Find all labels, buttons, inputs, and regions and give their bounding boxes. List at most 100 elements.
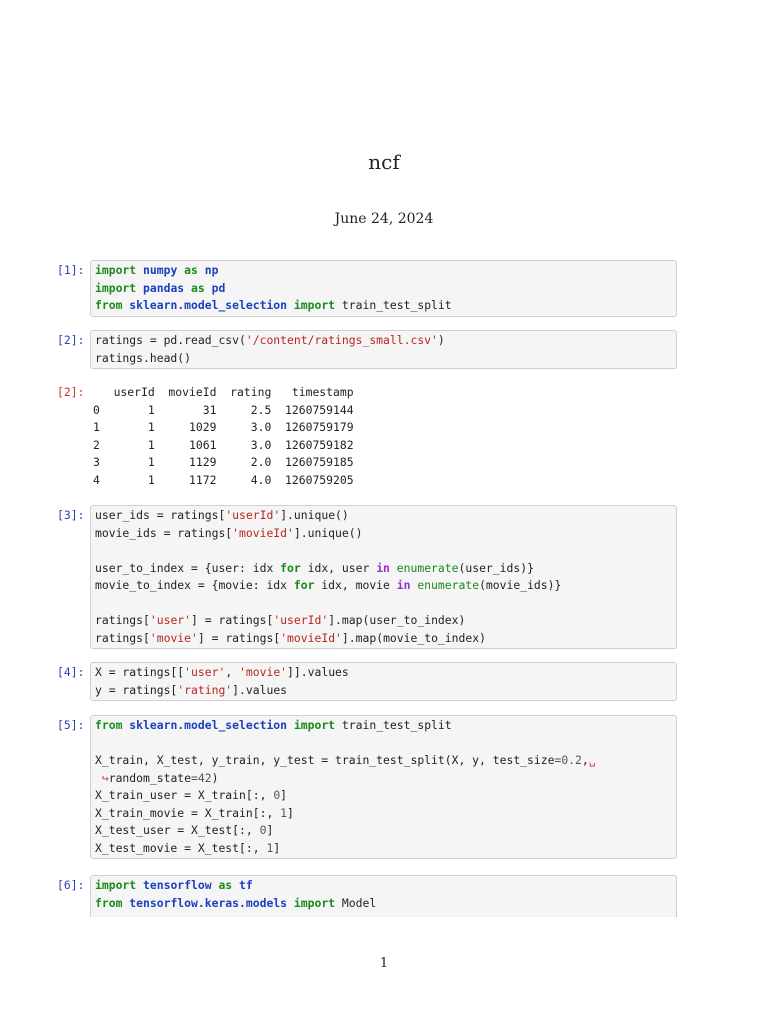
code-cell-5[interactable]: from sklearn.model_selection import trai…: [90, 715, 677, 859]
code-token: movie_to_index = {movie: idx: [95, 578, 294, 592]
code-token: idx, movie: [314, 578, 397, 592]
code-token: ].unique(): [293, 525, 363, 540]
code-token: ].map(user_to_index): [328, 613, 466, 627]
code-token: train_test_split: [335, 298, 452, 312]
code-token: from: [95, 895, 123, 910]
code-line: ratings['user'] = ratings['userId'].map(…: [95, 612, 672, 630]
code-line: ratings = pd.read_csv('/content/ratings_…: [95, 332, 672, 350]
code-token: '/content/ratings_small.csv': [245, 333, 438, 347]
code-token: import: [95, 280, 137, 295]
code-line: ↪random_state=42): [95, 770, 672, 788]
code-cell-6[interactable]: import tensorflow as tf from tensorflow.k…: [90, 875, 677, 917]
code-line: movie_ids = ratings['movieId'].unique(): [95, 525, 672, 543]
code-cell-2[interactable]: ratings = pd.read_csv('/content/ratings_…: [90, 330, 677, 369]
code-token: 'userId': [225, 508, 281, 522]
code-token: ratings[: [95, 613, 150, 627]
code-token: numpy: [143, 263, 178, 277]
code-token: ].unique(): [280, 508, 349, 522]
code-token: ratings.head(): [95, 350, 192, 365]
code-token: 'user': [149, 613, 192, 627]
code-line: user_to_index = {user: idx for idx, user…: [95, 560, 672, 578]
code-token: from: [95, 298, 123, 312]
code-token: ]: [266, 823, 274, 837]
code-token: as: [218, 878, 233, 892]
code-token: =: [191, 770, 198, 785]
code-token: ratings = pd.read_csv(: [95, 333, 246, 347]
code-token: pd: [211, 280, 226, 295]
code-token: Model: [335, 895, 377, 910]
code-token: ,: [225, 665, 240, 679]
cell-4-prompt: [4]:: [57, 665, 85, 679]
code-token: 'movie': [149, 630, 198, 645]
code-cell-4[interactable]: X = ratings[['user', 'movie']].values y =…: [90, 662, 677, 701]
code-token: tensorflow.keras.models: [129, 895, 288, 910]
code-token: X_test_user = X_test[:,: [95, 823, 260, 837]
document-title: ncf: [368, 150, 400, 174]
code-token: 'rating': [177, 682, 233, 697]
code-token: ].map(movie_to_index): [341, 630, 486, 645]
code-token: ]].values: [287, 665, 349, 679]
code-line: user_ids = ratings['userId'].unique(): [95, 507, 672, 525]
dataframe-output: userId movieId rating timestamp 0 1 31 2…: [93, 384, 354, 489]
code-token: ↪: [101, 770, 109, 785]
code-token: import: [293, 718, 336, 732]
code-token: np: [204, 263, 219, 277]
code-token: for: [280, 560, 301, 575]
code-line: X_train, X_test, y_train, y_test = train…: [95, 752, 672, 770]
code-token: 0.2: [561, 753, 582, 767]
output-2-prompt: [2]:: [57, 385, 85, 399]
code-token: X_test_movie = X_test[:,: [95, 840, 267, 855]
code-token: train_test_split: [335, 718, 452, 732]
code-token: as: [191, 280, 205, 295]
code-token: enumerate: [396, 560, 459, 575]
document-date: June 24, 2024: [334, 211, 434, 227]
code-token: ): [211, 770, 219, 785]
code-token: (user_ids)}: [458, 560, 534, 575]
code-cell-3[interactable]: user_ids = ratings['userId'].unique() mov…: [90, 505, 677, 649]
code-token: 'movieId': [280, 630, 342, 645]
code-line: X_train_user = X_train[:, 0]: [95, 787, 672, 805]
code-token: ): [437, 333, 445, 347]
code-token: 'movieId': [232, 525, 294, 540]
code-token: 42: [197, 770, 212, 785]
code-line: y = ratings['rating'].values: [95, 682, 672, 700]
code-token: tensorflow: [143, 878, 212, 892]
dataframe-row: 3 1 1129 2.0 1260759185: [93, 455, 354, 469]
code-line: X_test_movie = X_test[:, 1]: [95, 840, 672, 858]
code-token: y = ratings[: [95, 682, 178, 697]
dataframe-row: 2 1 1061 3.0 1260759182: [93, 437, 354, 452]
cell-5-prompt: [5]:: [57, 718, 85, 732]
dataframe-row: 4 1 1172 4.0 1260759205: [93, 472, 354, 487]
code-cell-1[interactable]: import numpy as np import pandas as pd fro…: [90, 260, 677, 317]
code-token: user_to_index = {user: idx: [95, 560, 281, 575]
page-number: 1: [379, 956, 389, 971]
code-token: 1: [280, 805, 288, 820]
code-token: import: [293, 895, 336, 910]
code-token: in: [376, 560, 390, 575]
code-token: ratings[: [95, 630, 150, 645]
code-token: from: [95, 718, 123, 732]
cell-1-prompt: [1]:: [57, 263, 85, 277]
code-line: from sklearn.model_selection import trai…: [95, 717, 672, 735]
code-token: sklearn.model_selection: [129, 298, 288, 312]
code-token: 'user': [184, 665, 226, 679]
dataframe-row: 0 1 31 2.5 1260759144: [93, 402, 354, 417]
code-token: (movie_ids)}: [479, 578, 562, 592]
code-token: user_ids = ratings[: [95, 508, 226, 522]
code-token: for: [293, 578, 315, 592]
code-token: 'userId': [273, 613, 329, 627]
code-token: ]: [273, 840, 281, 855]
code-line: from tensorflow.keras.models import Mode…: [95, 895, 672, 913]
code-token: X_train, X_test, y_train, y_test = train…: [95, 753, 555, 767]
